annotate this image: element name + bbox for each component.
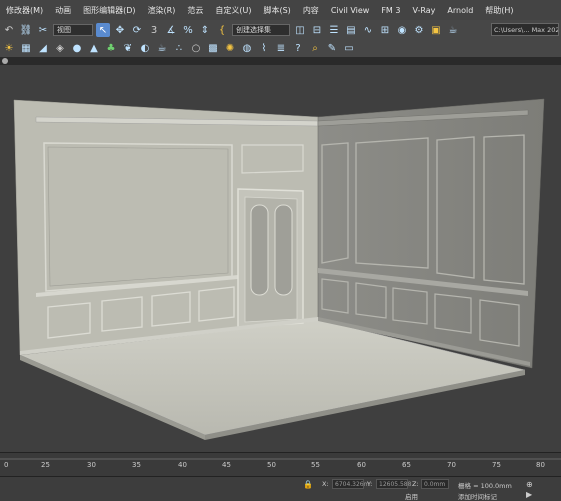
- box-icon[interactable]: ▦: [19, 41, 33, 55]
- menu-modifiers[interactable]: 修改器(M): [0, 5, 49, 16]
- z-label: Z:: [412, 480, 419, 488]
- door-glass-right: [274, 204, 293, 296]
- percent-snap-icon[interactable]: %: [181, 23, 195, 37]
- tick-label: 60: [357, 461, 366, 469]
- menu-content[interactable]: 内容: [297, 5, 325, 16]
- menu-graph-editors[interactable]: 图形编辑器(D): [77, 5, 141, 16]
- tick-label: 30: [87, 461, 96, 469]
- menu-fanyun[interactable]: 范云: [181, 5, 209, 16]
- cloth-icon[interactable]: ◍: [240, 41, 254, 55]
- sphere-icon[interactable]: ●: [70, 41, 84, 55]
- unlink-icon[interactable]: ✂: [36, 23, 50, 37]
- y-coordinate-field[interactable]: 12605.588: [376, 479, 411, 489]
- particle-icon[interactable]: ∴: [172, 41, 186, 55]
- play-controls-icon[interactable]: ▶: [526, 490, 532, 499]
- snap-toggle-icon[interactable]: 3: [147, 23, 161, 37]
- light-icon[interactable]: ◐: [138, 41, 152, 55]
- render-frame-icon[interactable]: ▣: [429, 23, 443, 37]
- menu-arnold[interactable]: Arnold: [441, 6, 479, 15]
- info-icon[interactable]: ?: [291, 41, 305, 55]
- render-icon[interactable]: ☕: [446, 23, 460, 37]
- room-render: [13, 98, 545, 440]
- tick-label: 70: [447, 461, 456, 469]
- angle-snap-icon[interactable]: ∡: [164, 23, 178, 37]
- project-path-field[interactable]: C:\Users\... Max 2022: [491, 23, 559, 36]
- lock-icon[interactable]: 🔒: [303, 480, 313, 489]
- tick-label: 80: [536, 461, 545, 469]
- shape-icon[interactable]: ◢: [36, 41, 50, 55]
- menu-vray[interactable]: V-Ray: [406, 6, 441, 15]
- layer-explorer-icon[interactable]: ☰: [327, 23, 341, 37]
- sun-icon[interactable]: ☀: [2, 41, 16, 55]
- ivy-icon[interactable]: ❦: [121, 41, 135, 55]
- view-dropdown[interactable]: 视图: [53, 24, 93, 36]
- teapot-icon[interactable]: ☕: [155, 41, 169, 55]
- x-coordinate-field[interactable]: 6704.326m: [332, 479, 369, 489]
- menu-scripting[interactable]: 脚本(S): [257, 5, 296, 16]
- plant-icon[interactable]: ♣: [104, 41, 118, 55]
- align-icon[interactable]: ⊟: [310, 23, 324, 37]
- curve-editor-icon[interactable]: ∿: [361, 23, 375, 37]
- tick-label: 50: [267, 461, 276, 469]
- menu-rendering[interactable]: 渲染(R): [142, 5, 182, 16]
- schematic-view-icon[interactable]: ⊞: [378, 23, 392, 37]
- menu-customize[interactable]: 自定义(U): [209, 5, 257, 16]
- x-label: X:: [322, 480, 329, 488]
- mirror-icon[interactable]: ◫: [293, 23, 307, 37]
- tool-icon[interactable]: ✎: [325, 41, 339, 55]
- viewport-tab-strip: [0, 57, 561, 65]
- select-link-icon[interactable]: ⛓: [19, 23, 33, 37]
- menu-civil-view[interactable]: Civil View: [325, 6, 376, 15]
- selection-set-dropdown[interactable]: 创建选择集: [232, 24, 290, 36]
- door-glass-left: [250, 204, 269, 296]
- status-bar: 🔒 X: 6704.326m Y: 12605.588 Z: 0.0mm 栅格 …: [0, 476, 561, 501]
- undo-icon[interactable]: ↶: [2, 23, 16, 37]
- tick-label: 25: [41, 461, 50, 469]
- render-setup-icon[interactable]: ⚙: [412, 23, 426, 37]
- timeline-ruler: [0, 458, 561, 460]
- menu-fm3[interactable]: FM 3: [375, 6, 406, 15]
- tick-label: 40: [178, 461, 187, 469]
- tick-label: 35: [132, 461, 141, 469]
- camera-icon[interactable]: ▭: [342, 41, 356, 55]
- hair-icon[interactable]: ⌇: [257, 41, 271, 55]
- scene-explorer-icon[interactable]: ▤: [344, 23, 358, 37]
- tick-label: 45: [222, 461, 231, 469]
- grid-size-label: 栅格 = 100.0mm: [458, 482, 512, 490]
- sphere-gray-icon[interactable]: ○: [189, 41, 203, 55]
- search-icon[interactable]: ⌕: [308, 41, 322, 55]
- timeline[interactable]: [0, 452, 561, 477]
- cube-icon[interactable]: ◈: [53, 41, 67, 55]
- key-icon[interactable]: ⊕: [526, 480, 533, 489]
- z-coordinate-field[interactable]: 0.0mm: [421, 479, 449, 489]
- bulb-icon[interactable]: ✺: [223, 41, 237, 55]
- perspective-viewport[interactable]: [0, 65, 561, 452]
- grid-icon[interactable]: ▩: [206, 41, 220, 55]
- select-rotate-icon[interactable]: ⟳: [130, 23, 144, 37]
- tick-label: 55: [311, 461, 320, 469]
- select-move-icon[interactable]: ✥: [113, 23, 127, 37]
- layers-icon[interactable]: ≣: [274, 41, 288, 55]
- y-label: Y:: [367, 480, 373, 488]
- tick-label: 0: [4, 461, 9, 469]
- secondary-toolbar: ☀ ▦ ◢ ◈ ● ▲ ♣ ❦ ◐ ☕ ∴ ○ ▩ ✺ ◍ ⌇ ≣ ? ⌕ ✎ …: [0, 38, 561, 58]
- menu-help[interactable]: 帮助(H): [479, 5, 519, 16]
- named-selection-icon[interactable]: {: [215, 23, 229, 37]
- select-object-icon[interactable]: ↖: [96, 23, 110, 37]
- viewport-menu-icon[interactable]: [2, 58, 8, 64]
- tick-label: 75: [492, 461, 501, 469]
- menu-animation[interactable]: 动画: [49, 5, 77, 16]
- material-editor-icon[interactable]: ◉: [395, 23, 409, 37]
- tick-label: 65: [402, 461, 411, 469]
- spinner-snap-icon[interactable]: ⇕: [198, 23, 212, 37]
- pyramid-icon[interactable]: ▲: [87, 41, 101, 55]
- main-toolbar: ↶ ⛓ ✂ 视图 ↖ ✥ ⟳ 3 ∡ % ⇕ { 创建选择集 ◫ ⊟ ☰ ▤ ∿…: [0, 20, 561, 40]
- menu-bar: 修改器(M) 动画 图形编辑器(D) 渲染(R) 范云 自定义(U) 脚本(S)…: [0, 0, 561, 21]
